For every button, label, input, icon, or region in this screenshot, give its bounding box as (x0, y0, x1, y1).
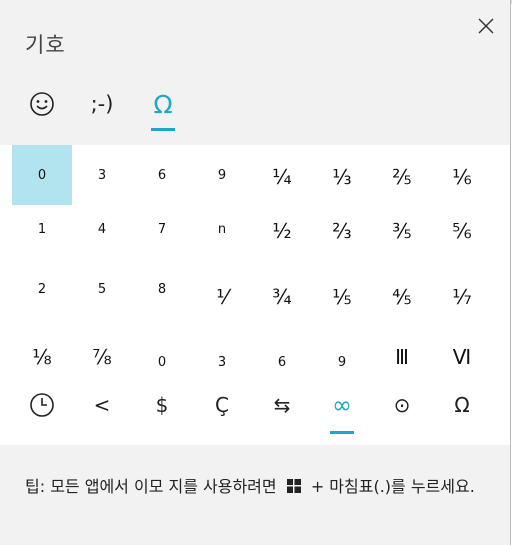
omega-icon: Ω (454, 393, 470, 417)
symbol-cell[interactable]: ⅘ (372, 267, 432, 327)
infinity-icon: ∞ (332, 391, 352, 419)
symbol-category-currency[interactable]: $ (132, 385, 192, 425)
arrows-icon: ⇆ (273, 393, 291, 417)
tip-text-after: + 마침표(.)를 누르세요. (310, 477, 475, 496)
currency-icon: $ (155, 393, 169, 417)
symbol-category-latin[interactable]: Ç (192, 385, 252, 425)
symbol-cell[interactable]: ⅕ (312, 267, 372, 327)
symbols-omega-icon: Ω (153, 89, 173, 119)
tab-symbols[interactable]: Ω (147, 86, 179, 122)
tab-kaomoji-label: ;-) (90, 92, 114, 116)
symbol-cell[interactable]: ⅐ (432, 267, 492, 327)
symbol-cell[interactable]: 0 (132, 332, 192, 392)
smiley-emoji-icon (30, 92, 54, 116)
symbol-cell[interactable]: ⅙ (432, 147, 492, 207)
symbol-cell[interactable]: 9 (312, 332, 372, 392)
active-tab-indicator (151, 128, 175, 131)
symbol-cell[interactable]: 7 (132, 199, 192, 259)
close-button[interactable] (470, 10, 502, 42)
symbol-cell[interactable]: ⅖ (372, 147, 432, 207)
symbol-cell[interactable]: ¾ (252, 267, 312, 327)
symbol-category-clock[interactable] (12, 385, 72, 425)
tab-emoji[interactable] (26, 86, 58, 122)
clock-icon (30, 393, 54, 417)
symbol-cell[interactable]: ⅓ (312, 147, 372, 207)
symbol-cell[interactable]: ¼ (252, 147, 312, 207)
symbol-cell[interactable]: ½ (252, 201, 312, 261)
symbol-cell[interactable]: 1 (12, 199, 72, 259)
symbol-cell[interactable]: Ⅵ (432, 327, 492, 387)
symbol-cell[interactable]: 3 (72, 145, 132, 205)
close-icon (478, 18, 494, 34)
symbol-category-greek[interactable]: Ω (432, 385, 492, 425)
less-than-icon: < (93, 393, 111, 417)
symbol-cell[interactable]: ⅔ (312, 201, 372, 261)
symbol-category-less-than[interactable]: < (72, 385, 132, 425)
symbol-cell[interactable]: 5 (72, 259, 132, 319)
symbol-cell[interactable]: 0 (12, 145, 72, 205)
active-category-indicator (330, 431, 354, 434)
symbol-category-arrows[interactable]: ⇆ (252, 385, 312, 425)
tab-kaomoji[interactable]: ;-) (84, 86, 120, 122)
symbol-cell[interactable]: 9 (192, 145, 252, 205)
symbol-category-math[interactable]: ∞ (312, 385, 372, 425)
symbol-cell[interactable]: ⅗ (372, 201, 432, 261)
tip-footer: 팁: 모든 앱에서 이모 지를 사용하려면 + 마침표(.)를 누르세요. (0, 445, 510, 545)
tip-text: 팁: 모든 앱에서 이모 지를 사용하려면 + 마침표(.)를 누르세요. (25, 475, 495, 498)
symbol-cell[interactable]: n (192, 199, 252, 259)
symbol-cell[interactable]: 4 (72, 199, 132, 259)
symbol-cell[interactable]: 6 (132, 145, 192, 205)
symbol-category-geometric[interactable]: ⊙ (372, 385, 432, 425)
circled-dot-icon: ⊙ (393, 393, 411, 417)
symbol-cell[interactable]: 6 (252, 332, 312, 392)
symbol-cell[interactable]: 2 (12, 259, 72, 319)
symbol-cell[interactable]: 8 (132, 259, 192, 319)
symbol-cell[interactable]: ⅛ (12, 327, 72, 387)
symbol-cell[interactable]: ⅚ (432, 201, 492, 261)
tip-text-before: 팁: 모든 앱에서 이모 지를 사용하려면 (25, 477, 277, 496)
emoji-panel: 기호 ;-) Ω 0 3 6 9 ¼ ⅓ ⅖ ⅙ 1 4 7 n ½ ⅔ ⅗ ⅚… (0, 0, 511, 545)
latin-symbols-icon: Ç (215, 393, 229, 417)
panel-title: 기호 (25, 33, 66, 57)
symbol-cell[interactable]: Ⅲ (372, 327, 432, 387)
symbol-cell[interactable]: 3 (192, 332, 252, 392)
symbol-cell[interactable]: ⅞ (72, 327, 132, 387)
windows-logo-icon (286, 479, 301, 493)
symbol-cell[interactable]: ⅟ (192, 267, 252, 327)
